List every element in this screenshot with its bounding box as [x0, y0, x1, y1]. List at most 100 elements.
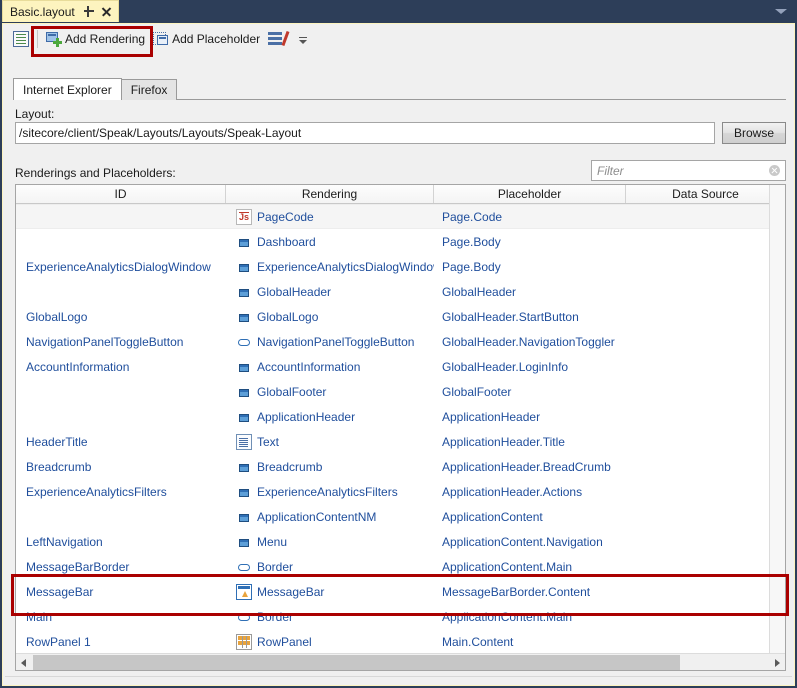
- table-row[interactable]: LeftNavigation Menu ApplicationContent.Nav…: [16, 529, 785, 554]
- rendering-icon: [236, 459, 252, 475]
- tab-firefox[interactable]: Firefox: [120, 79, 178, 100]
- table-row[interactable]: Dashboard Page.Body: [16, 229, 785, 254]
- add-placeholder-label: Add Placeholder: [172, 31, 261, 46]
- add-placeholder-button[interactable]: Add Placeholder: [149, 28, 264, 50]
- toolbar-separator: [37, 29, 38, 48]
- cell-placeholder: ApplicationHeader.Actions: [442, 484, 583, 499]
- cell-rendering-label: GlobalLogo: [257, 309, 319, 324]
- column-header-rendering[interactable]: Rendering: [226, 185, 434, 203]
- document-tab-basic-layout[interactable]: Basic.layout: [2, 0, 119, 22]
- grid-horizontal-scrollbar[interactable]: [16, 653, 785, 670]
- grid-body: PageCodePage.CodeDashboardPage.BodyExper…: [16, 204, 785, 670]
- browse-button[interactable]: Browse: [722, 122, 786, 144]
- table-row[interactable]: ExperienceAnalyticsDialogWindow Experienc…: [16, 254, 785, 279]
- cell-id: Main: [26, 609, 53, 624]
- cell-rendering-label: NavigationPanelToggleButton: [257, 334, 415, 349]
- cell-rendering-label: Text: [257, 434, 280, 449]
- js-icon: [236, 208, 252, 225]
- table-row[interactable]: MessageBar MessageBar MessageBarBorder.Con…: [16, 579, 785, 604]
- table-row[interactable]: MessageBarBorder Border ApplicationContent…: [16, 554, 785, 579]
- table-row[interactable]: HeaderTitle Text ApplicationHeader.Title: [16, 429, 785, 454]
- table-row[interactable]: RowPanel 1 RowPanel Main.Content: [16, 629, 785, 654]
- horizontal-scroll-thumb[interactable]: [33, 654, 680, 670]
- tab-firefox-label: Firefox: [130, 83, 168, 97]
- grid-vertical-scrollbar[interactable]: [769, 185, 785, 653]
- text-icon: [236, 433, 252, 450]
- edit-list-button[interactable]: [264, 28, 290, 50]
- edit-list-icon: [268, 30, 290, 47]
- layout-field-label: Layout:: [15, 107, 55, 121]
- cell-placeholder: ApplicationHeader.Title: [442, 434, 565, 449]
- cell-rendering-label: ExperienceAnalyticsDialogWindow: [257, 259, 434, 274]
- toolbar-overflow-icon[interactable]: [296, 29, 310, 49]
- table-row[interactable]: ApplicationContentNM ApplicationContent: [16, 504, 785, 529]
- column-header-placeholder[interactable]: Placeholder: [434, 185, 626, 203]
- rendering-icon: [236, 259, 252, 275]
- cell-id: GlobalLogo: [26, 309, 88, 324]
- add-rendering-button[interactable]: Add Rendering: [42, 28, 149, 50]
- table-row[interactable]: Breadcrumb Breadcrumb ApplicationHeader.Br…: [16, 454, 785, 479]
- grid-header-row: ID Rendering Placeholder Data Source: [16, 185, 785, 204]
- cell-placeholder: ApplicationContent.Navigation: [442, 534, 603, 549]
- table-row[interactable]: AccountInformation AccountInformation Glob…: [16, 354, 785, 379]
- renderings-grid: ID Rendering Placeholder Data Source Pag…: [15, 184, 786, 671]
- rowpanel-icon: [236, 633, 252, 650]
- border-icon: [236, 609, 252, 625]
- close-icon[interactable]: [100, 5, 113, 18]
- document-list-icon: [13, 30, 29, 47]
- cell-rendering: Menu: [226, 534, 434, 550]
- cell-rendering: ExperienceAnalyticsDialogWindow: [226, 259, 434, 275]
- pin-icon[interactable]: [83, 5, 96, 18]
- editor-frame: Add Rendering Add Placeholder Internet E…: [2, 23, 795, 686]
- cell-id: ExperienceAnalyticsDialogWindow: [26, 259, 211, 274]
- editor-toolbar: Add Rendering Add Placeholder: [3, 24, 794, 53]
- visual-studio-layout-editor: Basic.layout Add Rendering Add Placehold…: [0, 0, 797, 688]
- cell-rendering-label: Border: [257, 559, 294, 574]
- horizontal-scroll-track[interactable]: [33, 654, 768, 670]
- layout-path-input[interactable]: [15, 122, 715, 144]
- rendering-icon: [236, 359, 252, 375]
- cell-placeholder: GlobalHeader.NavigationToggler: [442, 334, 615, 349]
- document-tab-label: Basic.layout: [10, 4, 75, 19]
- cell-placeholder: Main.Content: [442, 634, 514, 649]
- clear-filter-icon[interactable]: [769, 165, 780, 176]
- filter-input[interactable]: [591, 160, 786, 181]
- cell-rendering: Text: [226, 433, 434, 450]
- cell-placeholder: ApplicationContent.Main: [442, 559, 573, 574]
- table-row[interactable]: ApplicationHeader ApplicationHeader: [16, 404, 785, 429]
- cell-placeholder: GlobalHeader.LoginInfo: [442, 359, 569, 374]
- cell-rendering: AccountInformation: [226, 359, 434, 375]
- table-row[interactable]: GlobalHeader GlobalHeader: [16, 279, 785, 304]
- table-row[interactable]: NavigationPanelToggleButton NavigationPan…: [16, 329, 785, 354]
- cell-rendering: Border: [226, 559, 434, 575]
- chevron-down-icon[interactable]: [775, 9, 787, 14]
- tab-internet-explorer[interactable]: Internet Explorer: [13, 78, 122, 100]
- column-header-datasource[interactable]: Data Source: [626, 185, 785, 203]
- cell-rendering-label: Border: [257, 609, 294, 624]
- document-list-button[interactable]: [9, 28, 33, 50]
- table-row[interactable]: GlobalLogo GlobalLogo GlobalHeader.StartBu…: [16, 304, 785, 329]
- cell-id: NavigationPanelToggleButton: [26, 334, 184, 349]
- column-header-id[interactable]: ID: [16, 185, 226, 203]
- scroll-right-arrow-icon[interactable]: [768, 654, 785, 670]
- table-row[interactable]: ExperienceAnalyticsFilters ExperienceAnal…: [16, 479, 785, 504]
- cell-rendering: ExperienceAnalyticsFilters: [226, 484, 434, 500]
- cell-placeholder: ApplicationContent: [442, 509, 543, 524]
- table-row[interactable]: Main Border ApplicationContent.Main: [16, 604, 785, 629]
- table-row[interactable]: PageCode Page.Code: [16, 204, 785, 229]
- add-placeholder-icon: [153, 31, 169, 47]
- cell-placeholder: Page.Body: [442, 259, 501, 274]
- rendering-icon: [236, 309, 252, 325]
- add-rendering-icon: [46, 31, 62, 47]
- cell-placeholder: GlobalHeader.StartButton: [442, 309, 579, 324]
- cell-id: AccountInformation: [26, 359, 130, 374]
- cell-id: Breadcrumb: [26, 459, 92, 474]
- rendering-icon: [236, 384, 252, 400]
- rendering-icon: [236, 484, 252, 500]
- table-row[interactable]: GlobalFooter GlobalFooter: [16, 379, 785, 404]
- cell-rendering-label: GlobalHeader: [257, 284, 332, 299]
- cell-rendering-label: RowPanel: [257, 634, 312, 649]
- cell-rendering-label: PageCode: [257, 209, 314, 224]
- scroll-left-arrow-icon[interactable]: [16, 654, 33, 670]
- cell-rendering: GlobalFooter: [226, 384, 434, 400]
